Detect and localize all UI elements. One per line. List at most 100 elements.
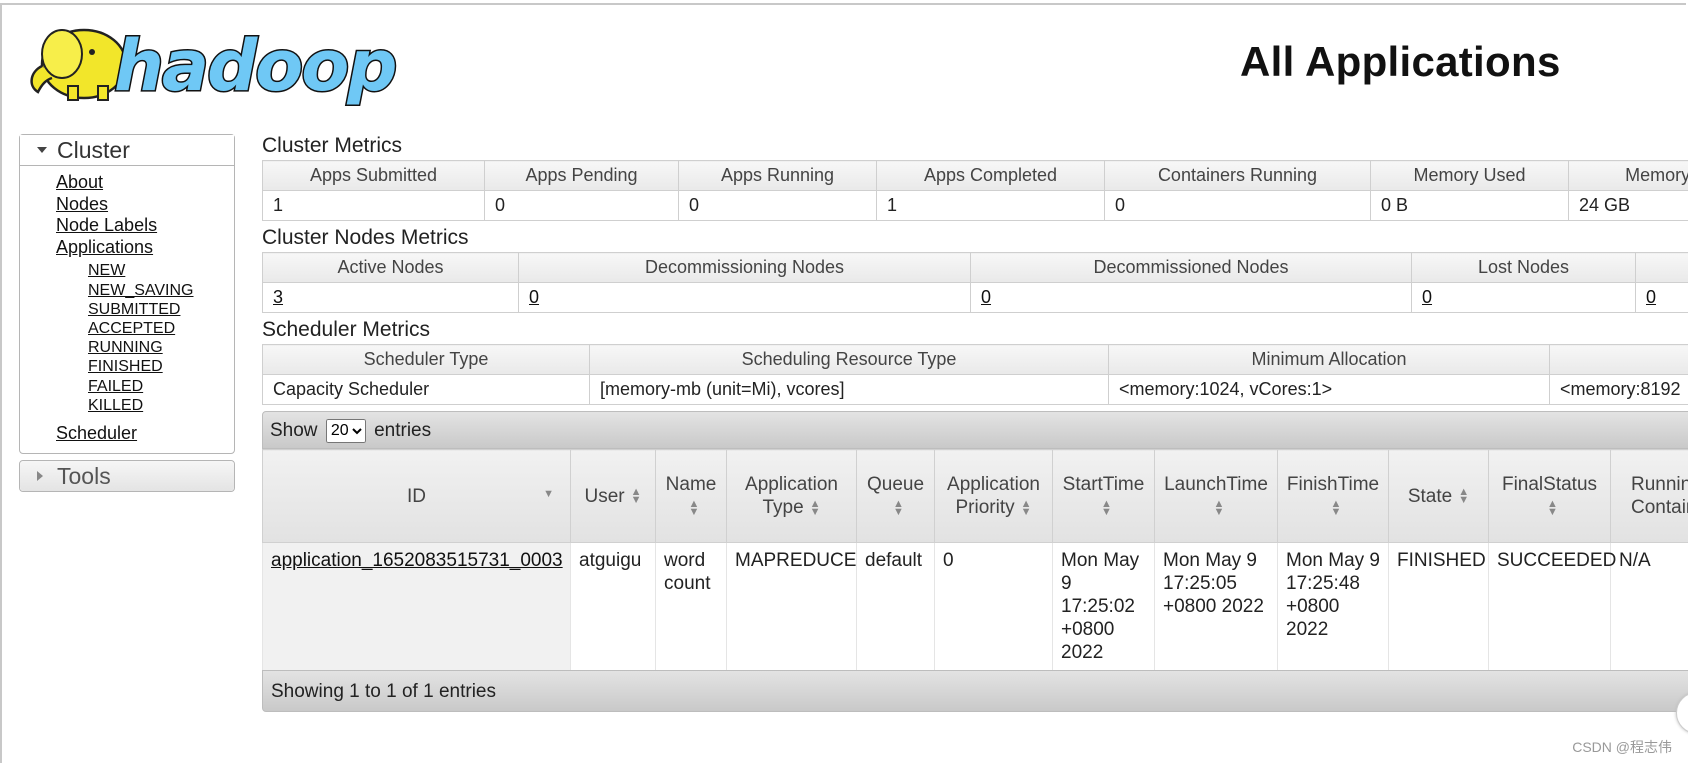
cluster-panel: Cluster About Nodes Node Labels Applicat… <box>19 134 235 454</box>
sort-icon: ▲ ▼ <box>1213 497 1225 518</box>
nav-link-state-accepted[interactable]: ACCEPTED <box>88 319 234 338</box>
cell-application-type: MAPREDUCE <box>726 542 857 670</box>
value-scheduling-resource-type: [memory-mb (unit=Mi), vcores] <box>589 374 1109 405</box>
tools-panel-label: Tools <box>57 462 111 489</box>
sort-icon: ▲ ▼ <box>1101 497 1112 518</box>
link-unhealthy-nodes[interactable]: 0 <box>1646 287 1656 307</box>
sort-icon: ▲ ▼ <box>688 497 700 518</box>
column-header-launch-time[interactable]: LaunchTime ▲ ▼ <box>1154 449 1278 543</box>
value-apps-completed: 1 <box>876 190 1105 221</box>
nav-link-state-killed[interactable]: KILLED <box>88 396 234 415</box>
applications-table: ID ▼ User ▲ ▼ Name ▲ ▼ Application Type ▲ ▼ Queu… <box>262 449 1688 670</box>
main-content: Cluster Metrics Apps Submitted Apps Pend… <box>262 132 1688 712</box>
column-header-queue[interactable]: Queue ▲ ▼ <box>856 449 935 543</box>
nav-link-nodes[interactable]: Nodes <box>56 194 234 216</box>
header-memory-total: Memory T <box>1568 160 1688 191</box>
column-header-running-containers[interactable]: RunninContain <box>1610 449 1688 543</box>
cell-start-time: Mon May 9 17:25:02 +0800 2022 <box>1052 542 1155 670</box>
cell-final-status: SUCCEEDED <box>1488 542 1616 670</box>
sort-icon: ▲ ▼ <box>630 486 642 507</box>
column-header-application-priority[interactable]: Application Priority ▲ ▼ <box>934 449 1053 543</box>
sort-icon: ▲ ▼ <box>1458 486 1470 507</box>
cell-priority: 0 <box>934 542 1053 670</box>
link-lost-nodes[interactable]: 0 <box>1422 287 1432 307</box>
chevron-down-icon <box>37 147 47 153</box>
sort-desc-icon: ▼ <box>543 488 554 500</box>
table-row: application_1652083515731_0003 atguigu w… <box>262 542 1688 670</box>
tools-panel: Tools <box>19 459 235 492</box>
sort-icon: ▲ ▼ <box>1547 497 1558 518</box>
header-apps-pending: Apps Pending <box>484 160 679 191</box>
value-apps-running: 0 <box>678 190 877 221</box>
nodes-metrics-table: Active Nodes Decommissioning Nodes Decom… <box>262 252 1688 313</box>
cell-name: word count <box>655 542 727 670</box>
entries-label: entries <box>374 420 432 441</box>
nav-link-state-running[interactable]: RUNNING <box>88 338 234 357</box>
column-header-finish-time[interactable]: FinishTime ▲ ▼ <box>1277 449 1389 543</box>
value-maximum-allocation: <memory:8192 <box>1549 374 1688 405</box>
value-minimum-allocation: <memory:1024, vCores:1> <box>1108 374 1550 405</box>
column-header-start-time[interactable]: StartTime ▲ ▼ <box>1052 449 1155 543</box>
application-id-link[interactable]: application_1652083515731_0003 <box>271 550 563 571</box>
header-unhealthy-nodes <box>1635 252 1688 283</box>
nav-link-state-finished[interactable]: FINISHED <box>88 357 234 376</box>
header-decommissioning-nodes: Decommissioning Nodes <box>518 252 971 283</box>
nodes-metrics-title: Cluster Nodes Metrics <box>262 226 469 249</box>
header-lost-nodes: Lost Nodes <box>1411 252 1636 283</box>
column-header-application-type[interactable]: Application Type ▲ ▼ <box>726 449 857 543</box>
sidebar: Cluster About Nodes Node Labels Applicat… <box>19 134 235 492</box>
value-apps-submitted: 1 <box>262 190 485 221</box>
cluster-metrics-table: Apps Submitted Apps Pending Apps Running… <box>262 160 1688 221</box>
header-apps-running: Apps Running <box>678 160 877 191</box>
nav-link-state-submitted[interactable]: SUBMITTED <box>88 300 234 319</box>
column-header-user[interactable]: User ▲ ▼ <box>570 449 656 543</box>
value-memory-total: 24 GB <box>1568 190 1688 221</box>
value-memory-used: 0 B <box>1370 190 1569 221</box>
sort-icon: ▲ ▼ <box>1020 497 1032 518</box>
link-decommissioned-nodes[interactable]: 0 <box>981 287 991 307</box>
page-size-select[interactable]: 20 <box>325 418 366 443</box>
cell-launch-time: Mon May 9 17:25:05 +0800 2022 <box>1154 542 1278 670</box>
nav-link-scheduler[interactable]: Scheduler <box>56 423 234 445</box>
sort-icon: ▲ ▼ <box>809 497 821 518</box>
app-state-links: NEW NEW_SAVING SUBMITTED ACCEPTED RUNNIN… <box>56 261 234 415</box>
logo-wordmark: hadoop <box>114 25 395 106</box>
page-title: All Applications <box>1240 38 1561 85</box>
show-label: Show <box>270 420 318 441</box>
column-header-final-status[interactable]: FinalStatus ▲ ▼ <box>1488 449 1611 543</box>
header-scheduling-resource-type: Scheduling Resource Type <box>589 344 1109 375</box>
nav-link-applications[interactable]: Applications <box>56 237 234 259</box>
nav-link-about[interactable]: About <box>56 172 234 194</box>
hadoop-logo[interactable]: hadoop <box>22 14 399 109</box>
nav-link-state-new-saving[interactable]: NEW_SAVING <box>88 281 234 300</box>
table-info-footer: Showing 1 to 1 of 1 entries <box>262 670 1688 712</box>
header-apps-submitted: Apps Submitted <box>262 160 485 191</box>
column-header-id[interactable]: ID ▼ <box>262 449 571 543</box>
scheduler-metrics-table: Scheduler Type Scheduling Resource Type … <box>262 344 1688 405</box>
nav-link-state-failed[interactable]: FAILED <box>88 377 234 396</box>
scheduler-metrics-title: Scheduler Metrics <box>262 318 431 341</box>
cell-queue: default <box>856 542 935 670</box>
watermark: CSDN @程志伟 <box>1572 739 1672 755</box>
cluster-panel-header[interactable]: Cluster <box>20 135 234 166</box>
nav-link-state-new[interactable]: NEW <box>88 261 234 280</box>
tools-panel-header[interactable]: Tools <box>20 460 234 491</box>
link-active-nodes[interactable]: 3 <box>273 287 283 307</box>
header-active-nodes: Active Nodes <box>262 252 519 283</box>
column-header-state[interactable]: State ▲ ▼ <box>1388 449 1489 543</box>
link-decommissioning-nodes[interactable]: 0 <box>529 287 539 307</box>
sort-icon: ▲ ▼ <box>893 497 904 518</box>
table-length-toolbar: Show 20 entries <box>262 411 1688 449</box>
header-maximum-allocation: M <box>1549 344 1688 375</box>
header-minimum-allocation: Minimum Allocation <box>1108 344 1550 375</box>
cell-user: atguigu <box>570 542 656 670</box>
header-scheduler-type: Scheduler Type <box>262 344 590 375</box>
value-scheduler-type: Capacity Scheduler <box>262 374 590 405</box>
nav-link-node-labels[interactable]: Node Labels <box>56 215 234 237</box>
cell-running-containers: N/A <box>1610 542 1688 670</box>
column-header-name[interactable]: Name ▲ ▼ <box>655 449 727 543</box>
chevron-right-icon <box>37 470 43 481</box>
value-apps-pending: 0 <box>484 190 679 221</box>
sort-icon: ▲ ▼ <box>1330 497 1342 518</box>
header-decommissioned-nodes: Decommissioned Nodes <box>970 252 1412 283</box>
